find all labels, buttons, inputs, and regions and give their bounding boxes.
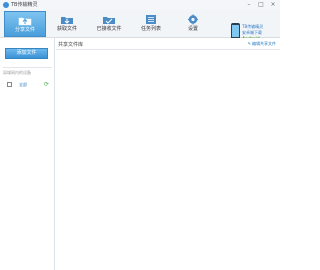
download-folder-icon	[61, 17, 73, 24]
received-folder-icon	[103, 17, 115, 24]
window-controls: – □ ×	[245, 1, 277, 9]
share-folder-icon	[18, 17, 32, 26]
add-file-button[interactable]: 添加文件	[5, 48, 48, 59]
refresh-icon[interactable]: ⟳	[44, 81, 49, 88]
edit-icon: ✎	[247, 41, 251, 46]
tab-task-list[interactable]: 任务列表	[130, 11, 172, 37]
device-label: 全部	[19, 82, 27, 87]
tab-settings[interactable]: 设置	[172, 11, 214, 37]
minimize-button[interactable]: –	[245, 1, 253, 9]
device-checkbox[interactable]	[7, 82, 12, 87]
tab-get-files[interactable]: 获取文件	[46, 11, 88, 37]
main-header: 共享文件库 ✎编辑共享文件	[56, 38, 280, 50]
sidebar: 添加文件 局域网内的设备 全部 ⟳	[0, 38, 55, 270]
tab-label: 任务列表	[140, 26, 161, 32]
tab-received-files[interactable]: 已接收文件	[88, 11, 130, 37]
edit-shared-files-link[interactable]: ✎编辑共享文件	[248, 41, 276, 47]
tab-label: 分享文件	[14, 27, 35, 33]
maximize-button[interactable]: □	[257, 1, 265, 9]
device-list-item[interactable]: 全部 ⟳	[7, 81, 51, 88]
tab-label: 获取文件	[56, 26, 77, 32]
edit-link-label: 编辑共享文件	[252, 41, 276, 46]
main-panel: 共享文件库 ✎编辑共享文件	[56, 38, 280, 270]
tab-label: 已接收文件	[96, 26, 122, 32]
sidebar-divider	[3, 67, 52, 68]
window-title: TB传输精灵	[11, 2, 38, 8]
main-toolbar: 分享文件 获取文件 已接收文件 任务列表 设置 TB传输精灵 安卓端下载	[0, 10, 280, 41]
gear-icon	[188, 14, 198, 25]
tab-label: 设置	[187, 26, 198, 32]
page-title: 共享文件库	[58, 42, 84, 48]
app-logo-icon	[3, 2, 9, 8]
close-button[interactable]: ×	[269, 1, 277, 9]
task-list-icon	[146, 15, 156, 24]
lan-devices-heading: 局域网内的设备	[3, 70, 31, 75]
tab-share-files[interactable]: 分享文件	[4, 11, 46, 37]
shared-file-list	[56, 50, 280, 270]
title-bar: TB传输精灵 – □ ×	[0, 0, 280, 10]
